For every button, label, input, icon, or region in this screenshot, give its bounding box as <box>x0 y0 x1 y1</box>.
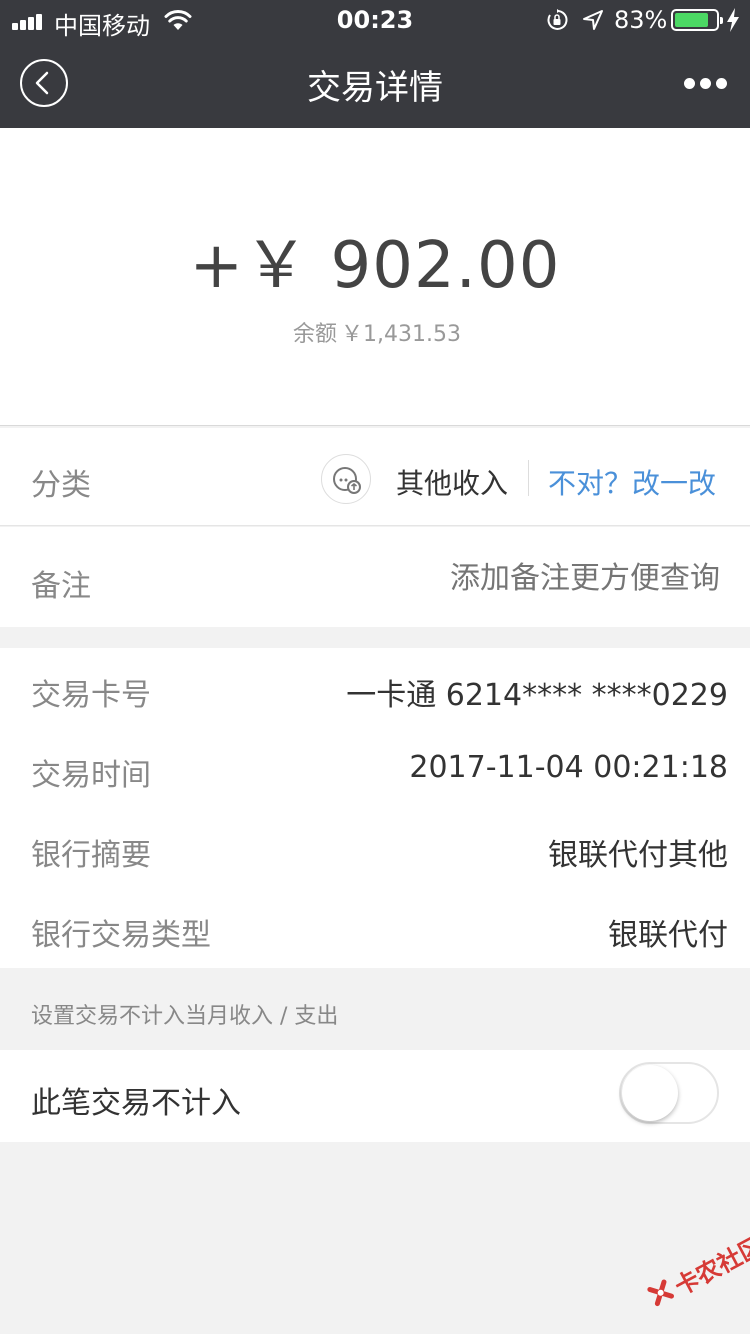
exclude-label: 此笔交易不计入 <box>31 1086 241 1121</box>
page-title: 交易详情 <box>307 68 443 108</box>
balance: 余额 ￥1,431.53 <box>0 316 750 348</box>
divider <box>528 460 529 496</box>
change-category-link[interactable]: 不对？改一改 <box>548 462 716 502</box>
detail-value: 银联代付其他 <box>548 838 728 873</box>
detail-row-summary: 银行摘要 银联代付其他 <box>0 808 750 888</box>
top-bar: 中国移动 00:23 83% 交易详情 <box>0 0 750 128</box>
category-row: 分类 其他收入 不对？改一改 <box>0 428 750 526</box>
exclude-hint: 设置交易不计入当月收入 / 支出 <box>31 1004 339 1029</box>
location-icon <box>583 10 603 30</box>
charging-icon <box>727 8 739 32</box>
wallet-icon <box>333 467 361 494</box>
detail-label: 银行交易类型 <box>31 918 211 953</box>
detail-row-time: 交易时间 2017-11-04 00:21:18 <box>0 728 750 808</box>
toggle-knob <box>622 1065 678 1121</box>
status-bar: 中国移动 00:23 83% <box>0 0 750 40</box>
orientation-lock-icon <box>547 9 568 30</box>
watermark-text: 卡农社区 <box>670 1231 750 1302</box>
category-icon[interactable] <box>321 454 371 504</box>
detail-value: 银联代付 <box>608 918 728 953</box>
battery-percent: 83% <box>614 6 668 34</box>
more-button[interactable] <box>680 74 730 94</box>
note-label: 备注 <box>31 569 91 604</box>
detail-row-type: 银行交易类型 银联代付 <box>0 888 750 968</box>
amount-card: +￥ 902.00 余额 ￥1,431.53 <box>0 128 750 426</box>
detail-value: 一卡通 6214**** ****0229 <box>346 678 728 713</box>
detail-label: 交易时间 <box>31 758 151 793</box>
category-name: 其他收入 <box>396 467 509 500</box>
watermark: 卡农社区 <box>632 1218 750 1323</box>
detail-row-card: 交易卡号 一卡通 6214**** ****0229 <box>0 648 750 728</box>
category-label: 分类 <box>31 468 91 503</box>
detail-label: 交易卡号 <box>31 678 151 713</box>
note-input[interactable] <box>360 561 720 596</box>
exclude-toggle[interactable] <box>619 1062 719 1124</box>
transaction-amount: +￥ 902.00 <box>189 229 561 303</box>
detail-label: 银行摘要 <box>31 838 151 873</box>
note-row: 备注 <box>0 527 750 627</box>
battery-icon <box>671 9 723 31</box>
balance-value: ￥1,431.53 <box>341 322 461 347</box>
detail-value: 2017-11-04 00:21:18 <box>409 750 728 785</box>
balance-label: 余额 <box>293 322 338 347</box>
details-section: 交易卡号 一卡通 6214**** ****0229 交易时间 2017-11-… <box>0 648 750 968</box>
